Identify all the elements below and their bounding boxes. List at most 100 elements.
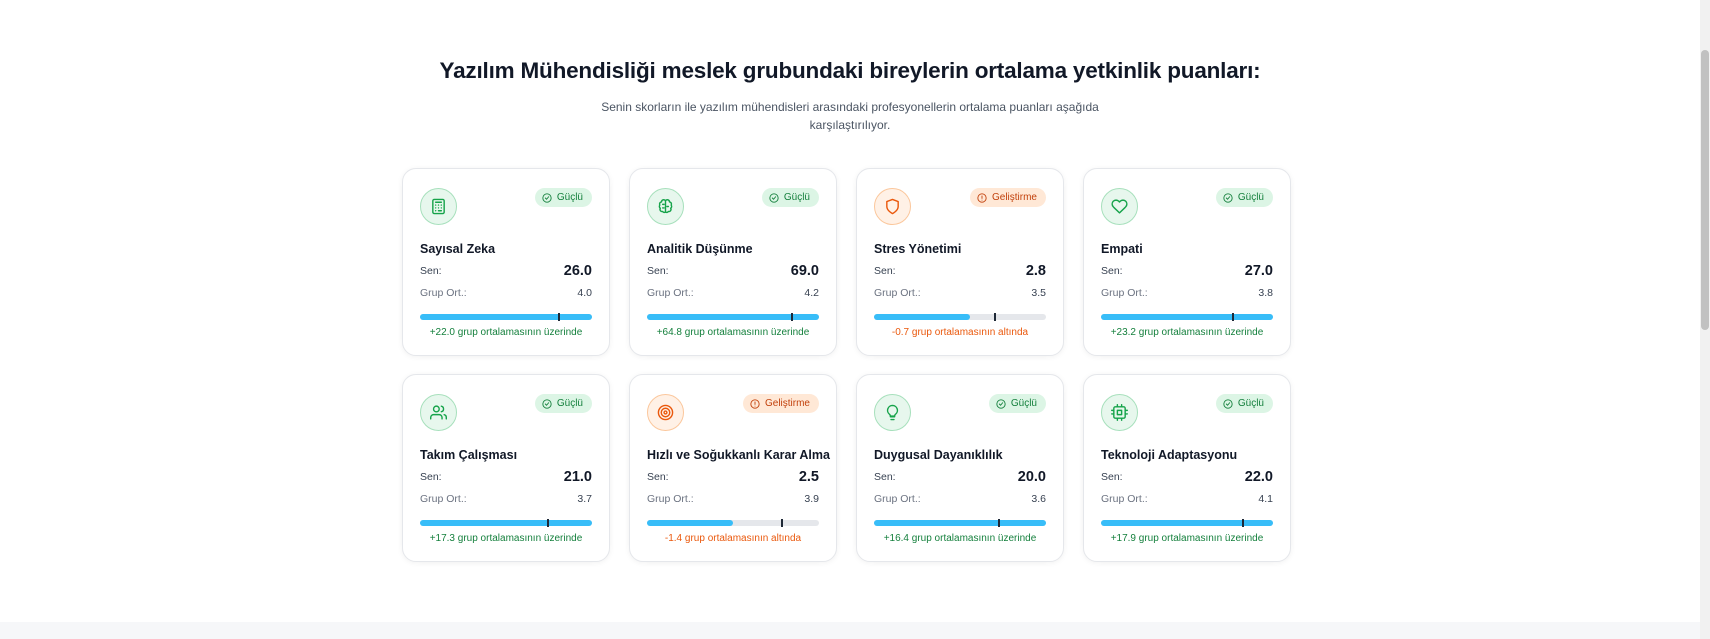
status-badge: Güçlü bbox=[1215, 394, 1273, 413]
you-score: 69.0 bbox=[790, 263, 819, 279]
you-label: Sen: bbox=[1101, 265, 1123, 277]
group-avg-label: Grup Ort.: bbox=[420, 287, 467, 299]
group-avg-score: 3.6 bbox=[1031, 493, 1046, 505]
target-icon bbox=[647, 394, 684, 431]
card-title: Sayısal Zeka bbox=[420, 242, 496, 256]
status-badge: Güçlü bbox=[534, 394, 592, 413]
score-bar-fill bbox=[1101, 520, 1273, 526]
score-bar-fill bbox=[420, 520, 592, 526]
users-icon bbox=[420, 394, 457, 431]
competency-card: Güçlü Takım Çalışması Sen: 21.0 Grup Ort… bbox=[402, 374, 610, 562]
page-subtitle: Senin skorların ile yazılım mühendisleri… bbox=[601, 100, 1099, 132]
status-badge-label: Güçlü bbox=[1237, 398, 1264, 409]
group-avg-label: Grup Ort.: bbox=[874, 493, 921, 505]
score-bar-fill bbox=[874, 520, 1046, 526]
difference-text: +17.3 grup ortalamasının üzerinde bbox=[429, 533, 583, 544]
card-title: Duygusal Dayanıklılık bbox=[874, 448, 1003, 462]
card-title: Teknoloji Adaptasyonu bbox=[1101, 448, 1238, 462]
check-circle-icon bbox=[542, 192, 552, 203]
you-score: 26.0 bbox=[563, 263, 592, 279]
lightbulb-icon bbox=[874, 394, 911, 431]
competency-card: Güçlü Empati Sen: 27.0 Grup Ort.: 3.8 +2… bbox=[1083, 168, 1291, 356]
group-avg-score: 3.5 bbox=[1031, 287, 1046, 299]
competency-card: Güçlü Analitik Düşünme Sen: 69.0 Grup Or… bbox=[629, 168, 837, 356]
status-badge-label: Güçlü bbox=[556, 398, 583, 409]
you-label: Sen: bbox=[647, 471, 669, 483]
group-avg-marker bbox=[998, 519, 1000, 527]
alert-circle-icon bbox=[977, 192, 987, 203]
you-label: Sen: bbox=[874, 265, 896, 277]
heart-icon bbox=[1101, 188, 1138, 225]
group-avg-marker bbox=[547, 519, 549, 527]
alert-circle-icon bbox=[750, 398, 760, 409]
group-avg-score: 4.2 bbox=[804, 287, 819, 299]
comparison-bar bbox=[647, 313, 819, 321]
check-circle-icon bbox=[1223, 192, 1233, 203]
comparison-bar bbox=[874, 519, 1046, 527]
group-avg-label: Grup Ort.: bbox=[647, 287, 694, 299]
competency-card: Geliştirme Stres Yönetimi Sen: 2.8 Grup … bbox=[856, 168, 1064, 356]
competency-card: Güçlü Teknoloji Adaptasyonu Sen: 22.0 Gr… bbox=[1083, 374, 1291, 562]
status-badge: Güçlü bbox=[1215, 188, 1273, 207]
comparison-bar bbox=[420, 519, 592, 527]
difference-text: -0.7 grup ortalamasının altında bbox=[891, 327, 1029, 338]
you-label: Sen: bbox=[647, 265, 669, 277]
you-score: 20.0 bbox=[1017, 469, 1046, 485]
card-title: Empati bbox=[1101, 242, 1143, 256]
difference-text: +16.4 grup ortalamasının üzerinde bbox=[883, 533, 1037, 544]
you-score: 27.0 bbox=[1244, 263, 1273, 279]
score-bar-fill bbox=[647, 520, 733, 526]
difference-text: +17.9 grup ortalamasının üzerinde bbox=[1110, 533, 1264, 544]
comparison-bar bbox=[1101, 519, 1273, 527]
status-badge-label: Geliştirme bbox=[764, 398, 810, 409]
group-avg-score: 4.1 bbox=[1258, 493, 1273, 505]
comparison-bar bbox=[1101, 313, 1273, 321]
brain-icon bbox=[647, 188, 684, 225]
check-circle-icon bbox=[542, 398, 552, 409]
scrollbar-thumb[interactable] bbox=[1701, 50, 1709, 330]
status-badge-label: Güçlü bbox=[1237, 192, 1264, 203]
status-badge-label: Güçlü bbox=[556, 192, 583, 203]
status-badge: Güçlü bbox=[534, 188, 592, 207]
difference-text: -1.4 grup ortalamasının altında bbox=[664, 533, 802, 544]
calculator-icon bbox=[420, 188, 457, 225]
group-avg-marker bbox=[1242, 519, 1244, 527]
competency-card: Geliştirme Hızlı ve Soğukkanlı Karar Alm… bbox=[629, 374, 837, 562]
status-badge-label: Güçlü bbox=[783, 192, 810, 203]
difference-text: +22.0 grup ortalamasının üzerinde bbox=[429, 327, 583, 338]
group-avg-marker bbox=[994, 313, 996, 321]
group-avg-score: 3.9 bbox=[804, 493, 819, 505]
group-avg-label: Grup Ort.: bbox=[420, 493, 467, 505]
you-label: Sen: bbox=[420, 471, 442, 483]
group-avg-marker bbox=[781, 519, 783, 527]
status-badge: Geliştirme bbox=[742, 394, 819, 413]
difference-text: +23.2 grup ortalamasının üzerinde bbox=[1110, 327, 1264, 338]
comparison-bar bbox=[647, 519, 819, 527]
score-bar-fill bbox=[647, 314, 819, 320]
group-avg-label: Grup Ort.: bbox=[647, 493, 694, 505]
page: Yazılım Mühendisliği meslek grubundaki b… bbox=[0, 0, 1700, 622]
competency-card: Güçlü Sayısal Zeka Sen: 26.0 Grup Ort.: … bbox=[402, 168, 610, 356]
group-avg-score: 4.0 bbox=[577, 287, 592, 299]
you-label: Sen: bbox=[420, 265, 442, 277]
group-avg-score: 3.7 bbox=[577, 493, 592, 505]
score-bar-fill bbox=[420, 314, 592, 320]
group-avg-label: Grup Ort.: bbox=[874, 287, 921, 299]
you-score: 2.8 bbox=[1025, 263, 1046, 279]
competency-card: Güçlü Duygusal Dayanıklılık Sen: 20.0 Gr… bbox=[856, 374, 1064, 562]
status-badge: Geliştirme bbox=[969, 188, 1046, 207]
you-score: 2.5 bbox=[798, 469, 819, 485]
group-avg-score: 3.8 bbox=[1258, 287, 1273, 299]
you-score: 22.0 bbox=[1244, 469, 1273, 485]
group-avg-marker bbox=[791, 313, 793, 321]
check-circle-icon bbox=[769, 192, 779, 203]
check-circle-icon bbox=[996, 398, 1006, 409]
comparison-bar bbox=[420, 313, 592, 321]
you-label: Sen: bbox=[874, 471, 896, 483]
card-title: Hızlı ve Soğukkanlı Karar Alma bbox=[647, 448, 830, 462]
difference-text: +64.8 grup ortalamasının üzerinde bbox=[656, 327, 810, 338]
you-label: Sen: bbox=[1101, 471, 1123, 483]
cpu-icon bbox=[1101, 394, 1138, 431]
footer-band bbox=[0, 622, 1700, 639]
group-avg-marker bbox=[1232, 313, 1234, 321]
